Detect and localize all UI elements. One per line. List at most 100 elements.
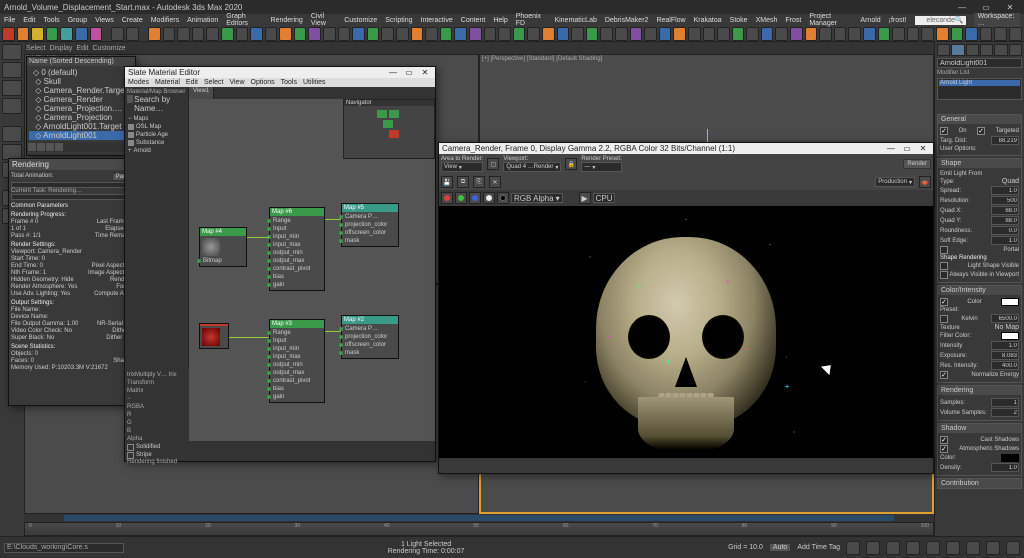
tool-icon[interactable]: [294, 27, 307, 41]
tool-icon[interactable]: [236, 27, 249, 41]
rollout-rendering[interactable]: Rendering: [938, 386, 1021, 395]
menu-item[interactable]: Tools: [281, 79, 297, 86]
tool-icon[interactable]: [352, 27, 365, 41]
menu-item[interactable]: Tools: [43, 17, 59, 24]
menu-item[interactable]: Interactive: [421, 17, 453, 24]
tool-icon[interactable]: [863, 27, 876, 41]
tool-icon[interactable]: [396, 27, 409, 41]
tool-icon[interactable]: [2, 98, 22, 114]
tool-icon[interactable]: [557, 27, 570, 41]
rollout-color[interactable]: Color/Intensity: [938, 286, 1021, 295]
maximize-icon[interactable]: ▭: [402, 68, 416, 77]
tool-icon[interactable]: [425, 27, 438, 41]
menu-item[interactable]: XMesh: [756, 17, 778, 24]
channel-alpha-icon[interactable]: [483, 192, 495, 204]
tool-icon[interactable]: [148, 27, 161, 41]
avv-checkbox[interactable]: [940, 271, 948, 279]
tool-icon[interactable]: [542, 27, 555, 41]
tab-display[interactable]: [994, 44, 1007, 56]
tool-icon[interactable]: [163, 27, 176, 41]
filter-icon[interactable]: [46, 143, 54, 151]
color-radio[interactable]: [940, 298, 948, 306]
castshadow-checkbox[interactable]: [940, 436, 948, 444]
viewport-dropdown[interactable]: Quad 4 …Render▾: [503, 162, 561, 172]
filter-icon[interactable]: [28, 143, 36, 151]
next-frame-icon[interactable]: [906, 541, 920, 555]
render-canvas[interactable]: + + + + + +: [439, 206, 933, 458]
node-bitmap[interactable]: Map #4 Bitmap: [199, 227, 247, 267]
tool-icon[interactable]: [732, 27, 745, 41]
tool-icon[interactable]: [2, 27, 15, 41]
autokey-button[interactable]: Auto: [769, 543, 791, 552]
nav-icon[interactable]: [946, 541, 960, 555]
tool-icon[interactable]: [381, 27, 394, 41]
filter-swatch[interactable]: [1001, 332, 1019, 340]
tool-icon[interactable]: [980, 27, 993, 41]
shape-type-dropdown[interactable]: Quad: [1002, 178, 1019, 185]
tool-icon[interactable]: [498, 27, 511, 41]
menu-item[interactable]: Modifiers: [151, 17, 179, 24]
node-range-2[interactable]: Map #3 Range Input input_min input_max o…: [269, 319, 325, 403]
minimize-icon[interactable]: —: [884, 144, 898, 153]
menu-item[interactable]: Modes: [128, 79, 149, 86]
tool-icon[interactable]: [615, 27, 628, 41]
tree-item[interactable]: ◇ 0 (default): [29, 68, 133, 77]
menu-item[interactable]: Scripting: [385, 17, 412, 24]
samples-field[interactable]: [991, 398, 1019, 407]
tab-motion[interactable]: [980, 44, 993, 56]
menu-item[interactable]: Help: [493, 17, 507, 24]
clear-icon[interactable]: ✕: [489, 176, 501, 188]
time-tag[interactable]: Add Time Tag: [797, 544, 840, 551]
tool-icon[interactable]: [848, 27, 861, 41]
filter-icon[interactable]: [55, 143, 63, 151]
maxscript-listener[interactable]: E:\Clouds_working\Core.s: [4, 543, 124, 553]
volsamples-field[interactable]: [991, 408, 1019, 417]
tool-icon[interactable]: [60, 27, 73, 41]
menu-item[interactable]: Create: [122, 17, 143, 24]
slate-title-bar[interactable]: Slate Material Editor —▭✕: [125, 67, 435, 78]
map-item[interactable]: Particle Age: [127, 131, 186, 139]
map-item[interactable]: + Arnold: [127, 147, 186, 155]
channel-blue-icon[interactable]: [469, 192, 481, 204]
track-bar[interactable]: 0102030405060708090100: [24, 514, 934, 536]
node-range-1[interactable]: Map #6 Range Input input_min input_max o…: [269, 207, 325, 291]
tool-icon[interactable]: [892, 27, 905, 41]
tool-icon[interactable]: [746, 27, 759, 41]
minimize-icon[interactable]: —: [386, 68, 400, 77]
tool-icon[interactable]: [775, 27, 788, 41]
graph-tab[interactable]: View1: [189, 87, 214, 99]
tree-item[interactable]: ◇ ArnoldLight001.Target: [29, 122, 133, 131]
menu-item[interactable]: Phoenix FD: [516, 13, 547, 27]
nav-icon[interactable]: [966, 541, 980, 555]
menu-item[interactable]: RealFlow: [656, 17, 685, 24]
exposure-field[interactable]: [991, 351, 1019, 360]
tool-icon[interactable]: [630, 27, 643, 41]
shadow-density-field[interactable]: [991, 463, 1019, 472]
lock-icon[interactable]: 🔒: [565, 158, 577, 170]
node-graph[interactable]: View1 Navigator Map #4 Bitmap Map #6 Ran…: [189, 87, 435, 459]
tool-icon[interactable]: [586, 27, 599, 41]
tool-icon[interactable]: [75, 27, 88, 41]
normalize-checkbox[interactable]: [940, 371, 948, 379]
rollout-shape[interactable]: Shape: [938, 159, 1021, 168]
tool-icon[interactable]: [2, 80, 22, 96]
tool-icon[interactable]: [936, 27, 949, 41]
tool-icon[interactable]: [951, 27, 964, 41]
renderwin-title[interactable]: Camera_Render, Frame 0, Display Gamma 2.…: [439, 143, 933, 154]
menu-item[interactable]: Graph Editors: [226, 13, 262, 27]
tool-icon[interactable]: [2, 126, 22, 142]
scene-tree[interactable]: ◇ 0 (default) ◇ Skull ◇ Camera_Render.Ta…: [27, 66, 135, 142]
tool-icon[interactable]: [907, 27, 920, 41]
node-material[interactable]: [199, 323, 229, 349]
modifier-stack[interactable]: Arnold Light: [937, 78, 1022, 100]
graph-navigator[interactable]: Navigator: [343, 99, 435, 159]
menu-item[interactable]: Select: [204, 79, 223, 86]
portal-checkbox[interactable]: [940, 246, 948, 254]
menu-item[interactable]: Utilities: [303, 79, 326, 86]
tool-icon[interactable]: [469, 27, 482, 41]
tool-icon[interactable]: [250, 27, 263, 41]
map-category[interactable]: − Maps: [127, 115, 186, 123]
intensity-field[interactable]: [991, 341, 1019, 350]
tree-item-selected[interactable]: ◇ ArnoldLight001: [29, 131, 133, 140]
tool-icon[interactable]: [921, 27, 934, 41]
